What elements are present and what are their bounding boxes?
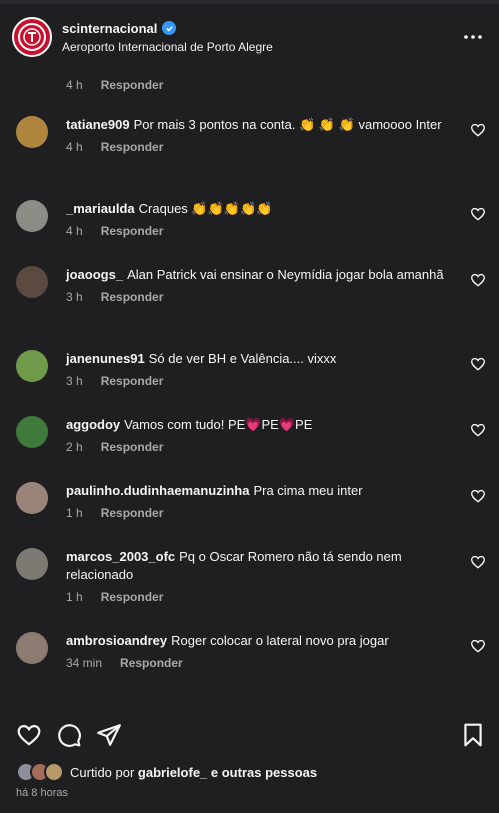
comment-time: 4 h (66, 78, 83, 92)
reply-button[interactable]: Responder (120, 656, 183, 670)
previous-comment-meta: 4 h Responder (66, 78, 163, 92)
like-comment-heart-icon[interactable] (470, 206, 486, 222)
club-crest-icon (18, 23, 46, 51)
share-send-icon[interactable] (96, 722, 122, 748)
comment-username[interactable]: janenunes91 (66, 351, 145, 366)
comment-username[interactable]: joaoogs_ (66, 267, 123, 282)
comment-time: 4 h (66, 140, 83, 154)
verified-badge-icon (162, 21, 177, 35)
like-comment-heart-icon[interactable] (470, 122, 486, 138)
like-comment-heart-icon[interactable] (470, 356, 486, 372)
post-username[interactable]: scinternacional (62, 21, 157, 36)
avatar[interactable] (16, 350, 48, 382)
liked-by-avatars[interactable] (16, 762, 64, 782)
avatar (44, 762, 64, 782)
comment-username[interactable]: aggodoy (66, 417, 120, 432)
avatar[interactable] (16, 416, 48, 448)
liked-by-username[interactable]: gabrielofe_ (138, 765, 207, 780)
like-comment-heart-icon[interactable] (470, 422, 486, 438)
comment-text: Craques 👏👏👏👏👏 (138, 201, 273, 216)
avatar[interactable] (16, 116, 48, 148)
avatar[interactable] (16, 548, 48, 580)
comment-text: Alan Patrick vai ensinar o Neymídia joga… (127, 267, 444, 282)
like-comment-heart-icon[interactable] (470, 488, 486, 504)
comment-time: 1 h (66, 590, 83, 604)
comment-time: 3 h (66, 290, 83, 304)
liked-by-text: Curtido por gabrielofe_ e outras pessoas (70, 765, 317, 780)
comment-text: Vamos com tudo! PE💗PE💗PE (124, 417, 313, 432)
comment-time: 34 min (66, 656, 103, 670)
post-location[interactable]: Aeroporto Internacional de Porto Alegre (62, 40, 459, 54)
comment-username[interactable]: tatiane909 (66, 117, 130, 132)
like-comment-heart-icon[interactable] (470, 272, 486, 288)
comment-username[interactable]: ambrosioandrey (66, 633, 167, 648)
avatar[interactable] (16, 266, 48, 298)
avatar[interactable] (16, 200, 48, 232)
like-comment-heart-icon[interactable] (470, 554, 486, 570)
more-dots-icon (464, 35, 482, 39)
comment-username[interactable]: marcos_2003_ofc (66, 549, 175, 564)
post-header: scinternacional Aeroporto Internacional … (0, 4, 499, 70)
profile-avatar-logo[interactable] (12, 17, 52, 57)
reply-button[interactable]: Responder (101, 590, 164, 604)
liked-by-prefix: Curtido por (70, 764, 138, 780)
reply-button[interactable]: Responder (101, 224, 164, 238)
comment-time: 2 h (66, 440, 83, 454)
reply-button[interactable]: Responder (101, 140, 164, 154)
reply-button[interactable]: Responder (101, 506, 164, 520)
comment-time: 3 h (66, 374, 83, 388)
post-action-bar (0, 722, 499, 748)
comment-username[interactable]: _mariaulda (66, 201, 135, 216)
like-comment-heart-icon[interactable] (470, 638, 486, 654)
reply-button[interactable]: Responder (101, 78, 164, 92)
liked-by-others[interactable]: e outras pessoas (207, 765, 317, 780)
liked-by-row: Curtido por gabrielofe_ e outras pessoas (16, 762, 317, 782)
avatar[interactable] (16, 482, 48, 514)
comment-time: 1 h (66, 506, 83, 520)
bookmark-save-icon[interactable] (460, 722, 486, 748)
post-timestamp[interactable]: há 8 horas (16, 787, 68, 799)
reply-button[interactable]: Responder (101, 440, 164, 454)
like-heart-icon[interactable] (16, 722, 42, 748)
comment-bubble-icon[interactable] (56, 722, 82, 748)
avatar[interactable] (16, 632, 48, 664)
comment-text: Por mais 3 pontos na conta. 👏 👏 👏 vamooo… (133, 117, 442, 132)
more-options-button[interactable] (459, 23, 487, 51)
reply-button[interactable]: Responder (101, 374, 164, 388)
comment-text: Pra cima meu inter (253, 483, 363, 498)
comment-time: 4 h (66, 224, 83, 238)
comment-text: Roger colocar o lateral novo pra jogar (171, 633, 389, 648)
comment-text: Só de ver BH e Valência.... vixxx (148, 351, 337, 366)
comment-username[interactable]: paulinho.dudinhaemanuzinha (66, 483, 249, 498)
reply-button[interactable]: Responder (101, 290, 164, 304)
